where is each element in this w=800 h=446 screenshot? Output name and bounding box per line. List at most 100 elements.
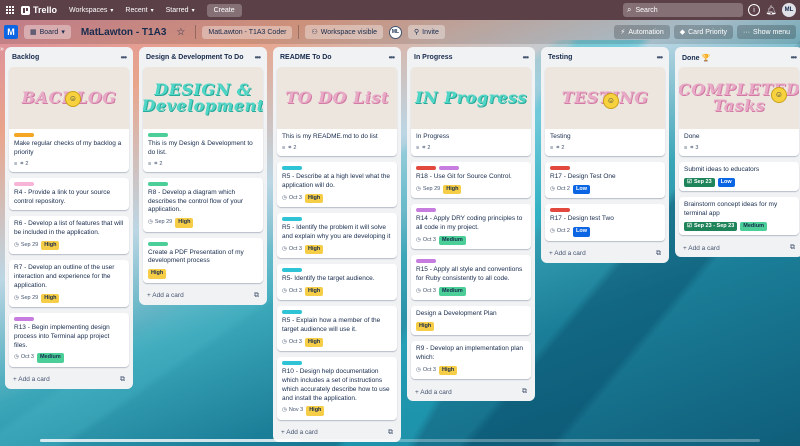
horizontal-scrollbar[interactable] [40, 439, 760, 442]
list-header[interactable]: Backlog ••• [9, 51, 129, 67]
add-card-button[interactable]: + Add a card ⧉ [143, 289, 263, 301]
add-card-button[interactable]: + Add a card ⧉ [679, 241, 799, 253]
list-title[interactable]: Backlog [12, 54, 39, 61]
visibility-button[interactable]: ⚇ Workspace visible [305, 25, 383, 39]
card[interactable]: Create a PDF Presentation of my developm… [143, 237, 263, 283]
recent-menu[interactable]: Recent ▾ [125, 7, 153, 14]
card[interactable]: Brainstorm concept ideas for my terminal… [679, 197, 799, 236]
list-title[interactable]: In Progress [414, 54, 453, 61]
workspace-logo[interactable]: M [4, 25, 18, 39]
cover-card[interactable]: BACKLOG☺ Make regular checks of my backlo… [9, 67, 129, 172]
card[interactable]: R13 - Begin implementing design process … [9, 313, 129, 367]
more-icon[interactable]: ••• [523, 53, 529, 62]
card[interactable]: R5 - Explain how a member of the target … [277, 306, 397, 352]
create-button[interactable]: Create [206, 3, 242, 17]
info-icon[interactable]: i [748, 4, 760, 16]
template-icon[interactable]: ⧉ [656, 250, 661, 258]
card[interactable]: Submit ideas to educators ☑ Sep 23 Low [679, 162, 799, 192]
add-card-button[interactable]: + Add a card ⧉ [277, 426, 397, 438]
user-avatar[interactable]: ML [782, 3, 796, 17]
app-switcher-icon[interactable] [4, 4, 16, 16]
member-avatar[interactable]: ML [389, 25, 402, 39]
card[interactable]: R5 - Identify the problem it will solve … [277, 213, 397, 259]
list-header[interactable]: Testing ••• [545, 51, 665, 67]
card[interactable]: R14 - Apply DRY coding principles to all… [411, 204, 531, 250]
list-title[interactable]: Done 🏆 [682, 54, 710, 62]
cover-card[interactable]: COMPLETED Tasks ☺ Done ≡ ⌗ 3 [679, 67, 799, 157]
card-label[interactable] [416, 208, 436, 213]
template-icon[interactable]: ⧉ [254, 292, 259, 300]
due-date-badge[interactable]: ◷ Sep 29 [148, 219, 172, 226]
cover-card[interactable]: TESTING☺ Testing ≡⌗2 [545, 67, 665, 157]
due-date-badge[interactable]: ◷ Oct 3 [14, 354, 34, 361]
due-date-badge[interactable]: ☑ Sep 23 - Sep 23 [684, 221, 738, 232]
due-date-badge[interactable]: ◷ Oct 3 [282, 288, 302, 295]
template-icon[interactable]: ⧉ [790, 244, 795, 252]
card-label[interactable] [550, 208, 570, 213]
card-label[interactable] [282, 217, 302, 222]
trello-logo[interactable]: Trello [21, 5, 57, 15]
card-label[interactable] [148, 133, 168, 137]
due-date-badge[interactable]: ◷ Nov 3 [282, 407, 303, 414]
card[interactable]: R9 - Develop an implementation plan whic… [411, 341, 531, 380]
template-icon[interactable]: ⧉ [522, 388, 527, 396]
card-label[interactable] [148, 181, 168, 186]
more-icon[interactable]: ••• [389, 53, 395, 62]
search-input[interactable]: ⌕ Search [623, 3, 743, 17]
card[interactable]: R18 - Use Git for Source Control. ◷ Sep 29… [411, 162, 531, 199]
list-title[interactable]: Design & Development To Do [146, 54, 244, 61]
card[interactable]: R7 - Develop an outline of the user inte… [9, 260, 129, 308]
workspaces-menu[interactable]: Workspaces ▾ [69, 7, 113, 14]
list-header[interactable]: README To Do ••• [277, 51, 397, 67]
list-header[interactable]: Done 🏆 ••• [679, 51, 799, 67]
list-title[interactable]: Testing [548, 54, 572, 61]
card-label[interactable] [416, 259, 436, 264]
card-label[interactable] [282, 361, 302, 366]
card[interactable]: R4 - Provide a link to your source contr… [9, 177, 129, 211]
card-label[interactable] [550, 166, 570, 171]
board-title[interactable]: MatLawton - T1A3 [81, 27, 167, 38]
due-date-badge[interactable]: ☑ Sep 23 [684, 177, 715, 188]
show-menu-button[interactable]: ··· Show menu [737, 25, 796, 39]
invite-button[interactable]: ⚲ Invite [408, 25, 445, 39]
due-date-badge[interactable]: ◷ Oct 2 [550, 228, 570, 235]
more-icon[interactable]: ••• [657, 53, 663, 62]
star-icon[interactable]: ☆ [176, 27, 185, 38]
card[interactable]: Design a Development Plan High [411, 306, 531, 336]
card-label[interactable] [282, 310, 302, 315]
bell-icon[interactable]: 🔔︎ [765, 4, 777, 16]
due-date-badge[interactable]: ◷ Oct 2 [550, 186, 570, 193]
cover-card[interactable]: IN Progress In Progress ≡ ⌗ 2 [411, 67, 531, 157]
add-card-button[interactable]: + Add a card ⧉ [545, 247, 665, 259]
due-date-badge[interactable]: ◷ Oct 3 [282, 339, 302, 346]
template-icon[interactable]: ⧉ [120, 376, 125, 384]
card[interactable]: R5- Identify the target audience. ◷ Oct 3H… [277, 264, 397, 301]
board-view-switcher[interactable]: ▦ Board ▾ [24, 25, 71, 39]
card[interactable]: R17 - Design Test One ◷ Oct 2 Low [545, 162, 665, 199]
card[interactable]: R6 - Develop a list of features that wil… [9, 216, 129, 255]
add-card-button[interactable]: + Add a card ⧉ [9, 373, 129, 385]
card-label[interactable] [282, 166, 302, 171]
card[interactable]: R17 - Design test Two ◷ Oct 2 Low [545, 204, 665, 241]
due-date-badge[interactable]: ◷ Sep 29 [14, 295, 38, 302]
card[interactable]: R15 - Apply all style and conventions fo… [411, 255, 531, 301]
due-date-badge[interactable]: ◷ Oct 3 [416, 367, 436, 374]
due-date-badge[interactable]: ◷ Sep 29 [14, 242, 38, 249]
due-date-badge[interactable]: ◷ Oct 3 [416, 237, 436, 244]
card[interactable]: R5 - Describe at a high level what the a… [277, 162, 397, 208]
card[interactable]: R8 - Develop a diagram which describes t… [143, 177, 263, 232]
due-date-badge[interactable]: ◷ Oct 3 [282, 246, 302, 253]
due-date-badge[interactable]: ◷ Oct 3 [282, 195, 302, 202]
card-label[interactable] [439, 166, 459, 171]
automation-button[interactable]: ⚡︎ Automation [614, 25, 670, 39]
add-card-button[interactable]: + Add a card ⧉ [411, 385, 531, 397]
card-label[interactable] [416, 166, 436, 171]
list-header[interactable]: Design & Development To Do ••• [143, 51, 263, 67]
list-title[interactable]: README To Do [280, 54, 332, 61]
starred-menu[interactable]: Starred ▾ [166, 7, 195, 14]
due-date-badge[interactable]: ◷ Oct 3 [416, 288, 436, 295]
due-date-badge[interactable]: ◷ Sep 29 [416, 186, 440, 193]
template-icon[interactable]: ⧉ [388, 429, 393, 437]
card[interactable]: R10 - Design help documentation which in… [277, 357, 397, 420]
cover-card[interactable]: TO DO List This is my README.md to do lis… [277, 67, 397, 157]
